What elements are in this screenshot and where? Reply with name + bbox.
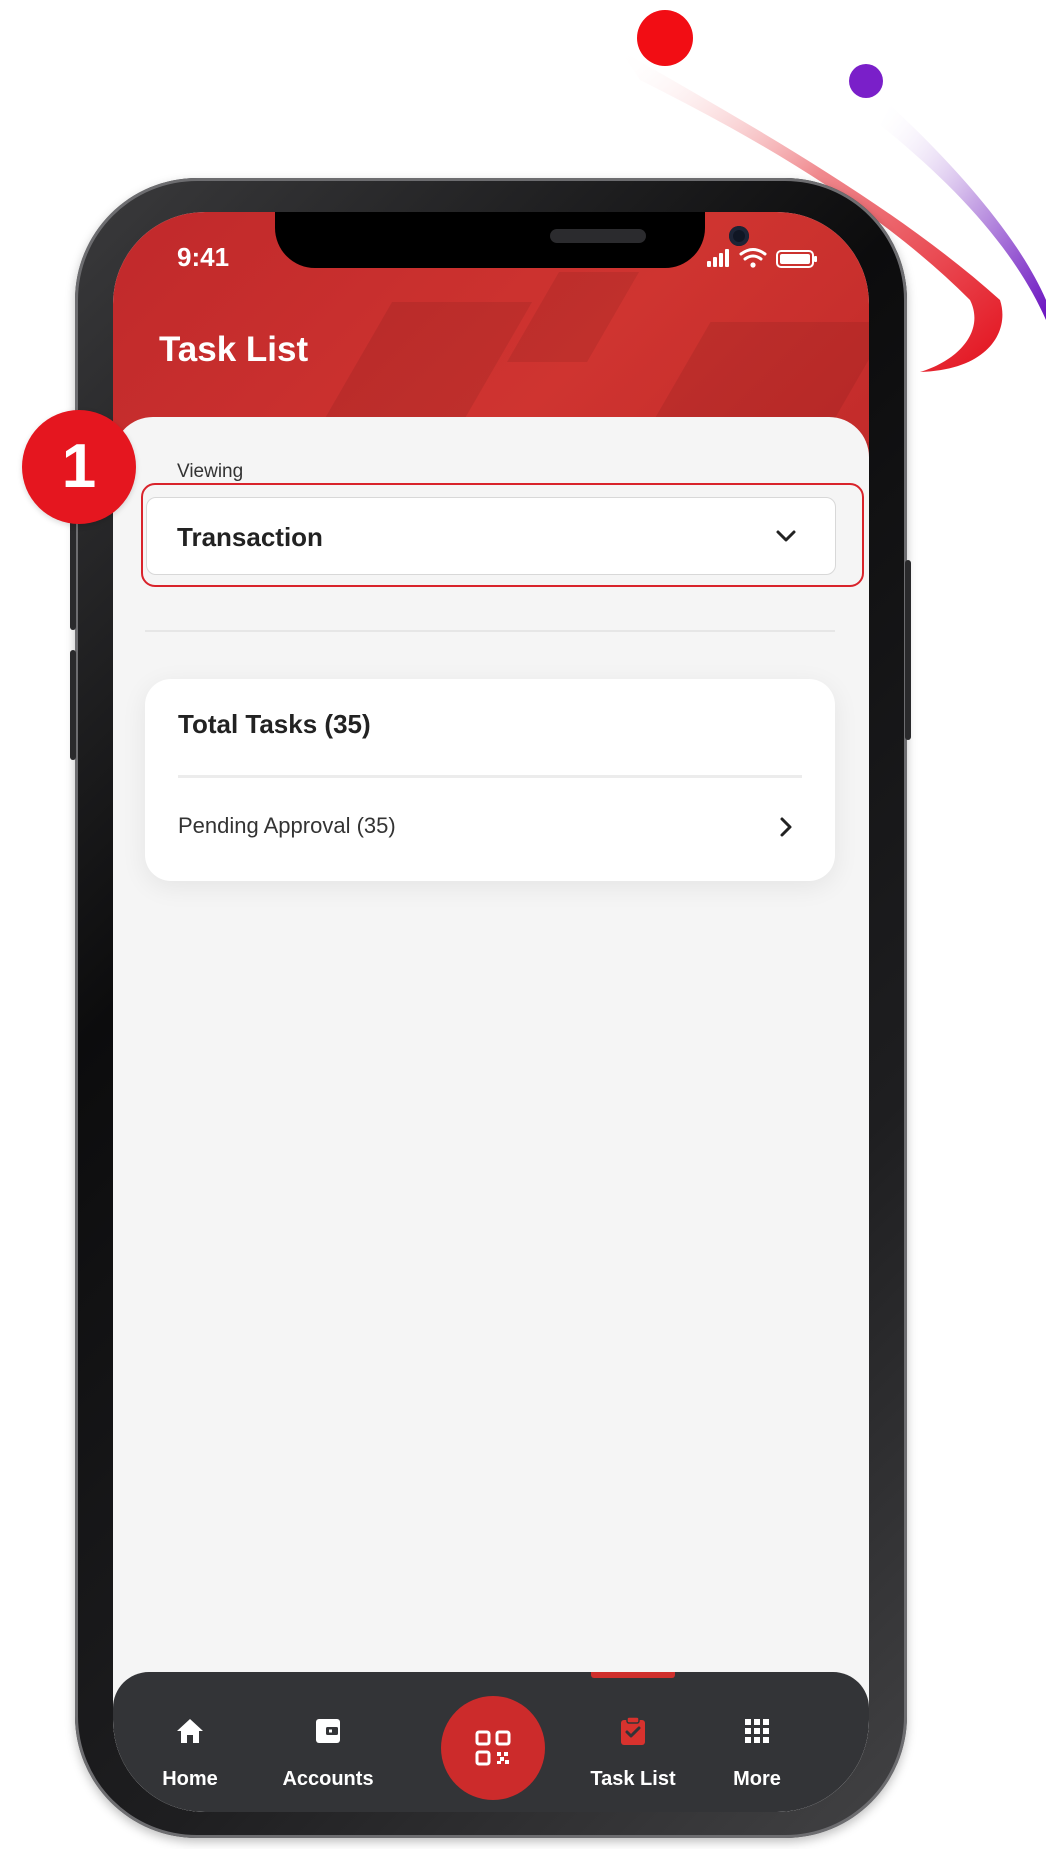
card-divider	[178, 775, 802, 778]
phone-volume-down-button	[70, 650, 76, 760]
total-tasks-card: Total Tasks (35) Pending Approval (35)	[145, 679, 835, 881]
home-icon	[177, 1719, 203, 1743]
phone-screen: 9:41 Task List Viewing Transaction Total…	[113, 212, 869, 1812]
nav-item-task-list[interactable]: Task List	[583, 1672, 683, 1812]
wallet-icon	[316, 1719, 340, 1743]
pending-approval-row[interactable]: Pending Approval (35)	[145, 779, 835, 881]
total-tasks-title: Total Tasks (35)	[178, 709, 371, 739]
divider	[145, 630, 835, 632]
step-number-badge: 1	[22, 410, 136, 524]
phone-volume-up-button	[70, 520, 76, 630]
nav-item-more[interactable]: More	[709, 1672, 805, 1812]
nav-item-accounts[interactable]: Accounts	[263, 1672, 393, 1812]
clipboard-check-icon	[621, 1716, 645, 1745]
grid-icon	[745, 1719, 769, 1743]
nav-label-more: More	[733, 1768, 781, 1790]
phone-notch	[275, 212, 749, 268]
nav-label-task-list: Task List	[590, 1768, 676, 1790]
wifi-icon	[739, 248, 767, 261]
phone-power-button	[905, 560, 911, 740]
status-time: 9:41	[177, 242, 230, 272]
nav-label-home: Home	[162, 1768, 218, 1790]
step-highlight-outline	[141, 483, 864, 587]
qr-code-icon	[475, 1730, 511, 1766]
viewing-label: Viewing	[177, 461, 244, 482]
page-title: Task List	[159, 330, 309, 369]
pending-approval-label: Pending Approval (35)	[178, 813, 396, 838]
main-content: Viewing Transaction Total Tasks (35) Pen…	[113, 417, 869, 1812]
status-icons	[707, 248, 817, 268]
battery-icon	[776, 250, 817, 268]
signal-icon	[707, 249, 729, 267]
bottom-navigation: Home Accounts Task List More	[113, 1672, 869, 1812]
nav-label-accounts: Accounts	[282, 1768, 374, 1790]
camera-icon	[729, 226, 749, 246]
chevron-right-icon	[780, 817, 792, 837]
nav-item-home[interactable]: Home	[135, 1672, 245, 1812]
qr-scan-button[interactable]	[441, 1696, 545, 1800]
